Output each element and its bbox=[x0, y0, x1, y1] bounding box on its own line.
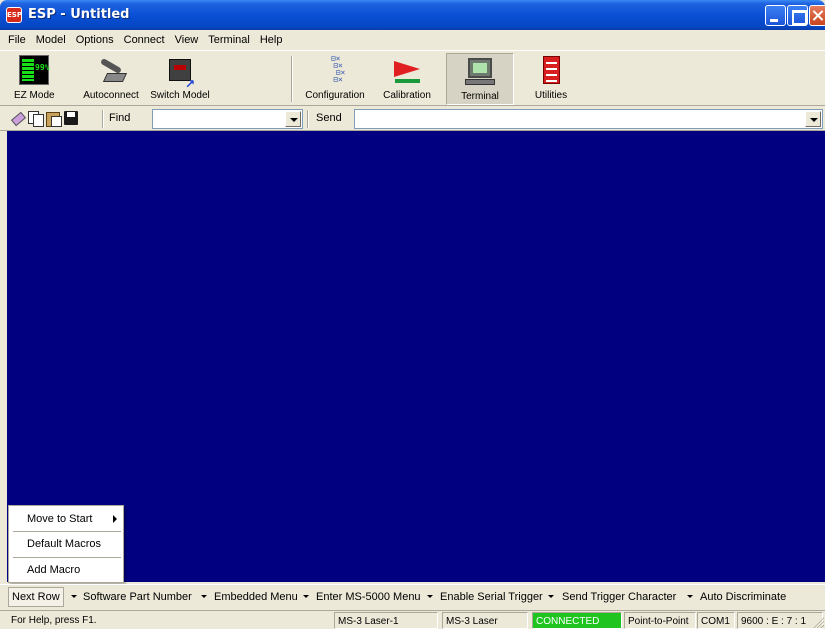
status-model-2: MS-3 Laser bbox=[442, 612, 528, 629]
macro-dropdown-arrow-icon[interactable] bbox=[199, 590, 209, 602]
status-model-1: MS-3 Laser-1 bbox=[334, 612, 438, 629]
menu-file[interactable]: File bbox=[8, 34, 26, 46]
terminal-icon bbox=[465, 56, 495, 86]
menu-view[interactable]: View bbox=[175, 34, 199, 46]
find-combobox[interactable] bbox=[152, 109, 303, 129]
find-send-toolbar: Find Send bbox=[0, 107, 825, 131]
ez-mode-button[interactable]: 99% EZ Mode bbox=[14, 53, 55, 105]
title-bar: ESP ESP - Untitled bbox=[0, 0, 825, 30]
find-label: Find bbox=[109, 112, 131, 124]
toolbar-separator bbox=[291, 56, 293, 102]
status-port: COM1 bbox=[697, 612, 735, 629]
utilities-button[interactable]: Utilities bbox=[524, 53, 578, 105]
status-connection-mode: Point-to-Point bbox=[624, 612, 696, 629]
send-label: Send bbox=[316, 112, 342, 124]
macro-bar: Next Row Software Part Number Embedded M… bbox=[0, 584, 825, 608]
popup-item-add-macro[interactable]: Add Macro bbox=[9, 560, 123, 580]
macro-embedded-menu[interactable]: Embedded Menu bbox=[214, 587, 298, 607]
close-button[interactable] bbox=[809, 5, 825, 26]
app-icon: ESP bbox=[6, 7, 22, 23]
menu-options[interactable]: Options bbox=[76, 34, 114, 46]
find-dropdown-arrow-icon[interactable] bbox=[285, 111, 301, 127]
macro-dropdown-arrow-icon[interactable] bbox=[301, 590, 311, 602]
configuration-tree-icon: ⊟× ⊟× ⊟× ⊟× bbox=[330, 54, 346, 84]
macro-enter-ms5000-menu[interactable]: Enter MS-5000 Menu bbox=[316, 587, 421, 607]
resize-grip-icon[interactable] bbox=[812, 616, 824, 628]
main-toolbar: 99% EZ Mode Autoconnect ↗ Switch Model ⊟… bbox=[0, 50, 825, 106]
autoconnect-button[interactable]: Autoconnect bbox=[78, 53, 144, 105]
popup-item-label: Move to Start bbox=[27, 513, 93, 525]
eraser-icon[interactable] bbox=[9, 110, 25, 126]
menu-model[interactable]: Model bbox=[36, 34, 66, 46]
ez-mode-label: EZ Mode bbox=[14, 90, 55, 101]
popup-item-default-macros[interactable]: Default Macros bbox=[9, 534, 123, 554]
status-connection-badge: CONNECTED bbox=[532, 612, 622, 629]
save-icon[interactable] bbox=[63, 110, 79, 126]
calibration-icon bbox=[392, 55, 422, 85]
switch-model-button[interactable]: ↗ Switch Model bbox=[146, 53, 214, 105]
utilities-label: Utilities bbox=[534, 90, 568, 101]
terminal-label: Terminal bbox=[461, 91, 499, 102]
macro-enable-serial-trigger[interactable]: Enable Serial Trigger bbox=[440, 587, 543, 607]
status-serial-settings: 9600 : E : 7 : 1 bbox=[737, 612, 823, 629]
popup-item-move-to-start[interactable]: Move to Start bbox=[9, 509, 123, 529]
macro-dropdown-arrow-icon[interactable] bbox=[425, 590, 435, 602]
findbar-separator-2 bbox=[307, 110, 309, 128]
popup-item-label: Default Macros bbox=[27, 538, 101, 550]
terminal-button[interactable]: Terminal bbox=[446, 53, 514, 105]
menu-connect[interactable]: Connect bbox=[124, 34, 165, 46]
calibration-label: Calibration bbox=[383, 90, 431, 101]
configuration-button[interactable]: ⊟× ⊟× ⊟× ⊟× Configuration bbox=[300, 53, 370, 105]
menu-bar: File Model Options Connect View Terminal… bbox=[0, 30, 825, 50]
maximize-button[interactable] bbox=[787, 5, 808, 26]
toolbox-icon bbox=[536, 55, 566, 85]
calibration-button[interactable]: Calibration bbox=[378, 53, 436, 105]
terminal-output-area[interactable] bbox=[7, 131, 825, 582]
macro-dropdown-arrow-icon[interactable] bbox=[546, 590, 556, 602]
macro-next-row[interactable]: Next Row bbox=[8, 587, 64, 607]
macro-dropdown-arrow-icon[interactable] bbox=[685, 590, 695, 602]
send-combobox[interactable] bbox=[354, 109, 823, 129]
send-dropdown-arrow-icon[interactable] bbox=[805, 111, 821, 127]
paste-icon[interactable] bbox=[45, 110, 62, 127]
minimize-button[interactable] bbox=[765, 5, 786, 26]
window-title: ESP - Untitled bbox=[28, 7, 130, 22]
autoconnect-label: Autoconnect bbox=[83, 90, 139, 101]
submenu-arrow-icon bbox=[113, 515, 117, 523]
switch-model-label: Switch Model bbox=[150, 90, 210, 101]
popup-separator bbox=[13, 531, 121, 532]
ez-mode-icon: 99% bbox=[19, 55, 49, 85]
copy-icon[interactable] bbox=[27, 110, 44, 127]
findbar-separator bbox=[102, 110, 104, 128]
macro-dropdown-arrow-icon[interactable] bbox=[69, 590, 79, 602]
macro-auto-discriminate[interactable]: Auto Discriminate bbox=[700, 587, 786, 607]
status-help-text: For Help, press F1. bbox=[11, 615, 97, 626]
status-bar: For Help, press F1. MS-3 Laser-1 MS-3 La… bbox=[0, 610, 825, 629]
popup-separator bbox=[13, 557, 121, 558]
autoconnect-icon bbox=[96, 55, 128, 85]
menu-terminal[interactable]: Terminal bbox=[208, 34, 250, 46]
switch-model-icon: ↗ bbox=[165, 55, 195, 91]
popup-item-label: Add Macro bbox=[27, 564, 81, 576]
macro-software-part-number[interactable]: Software Part Number bbox=[83, 587, 192, 607]
macro-send-trigger-character[interactable]: Send Trigger Character bbox=[562, 587, 676, 607]
macro-popup-menu: Move to Start Default Macros Add Macro bbox=[8, 505, 124, 583]
configuration-label: Configuration bbox=[305, 90, 365, 101]
menu-help[interactable]: Help bbox=[260, 34, 283, 46]
